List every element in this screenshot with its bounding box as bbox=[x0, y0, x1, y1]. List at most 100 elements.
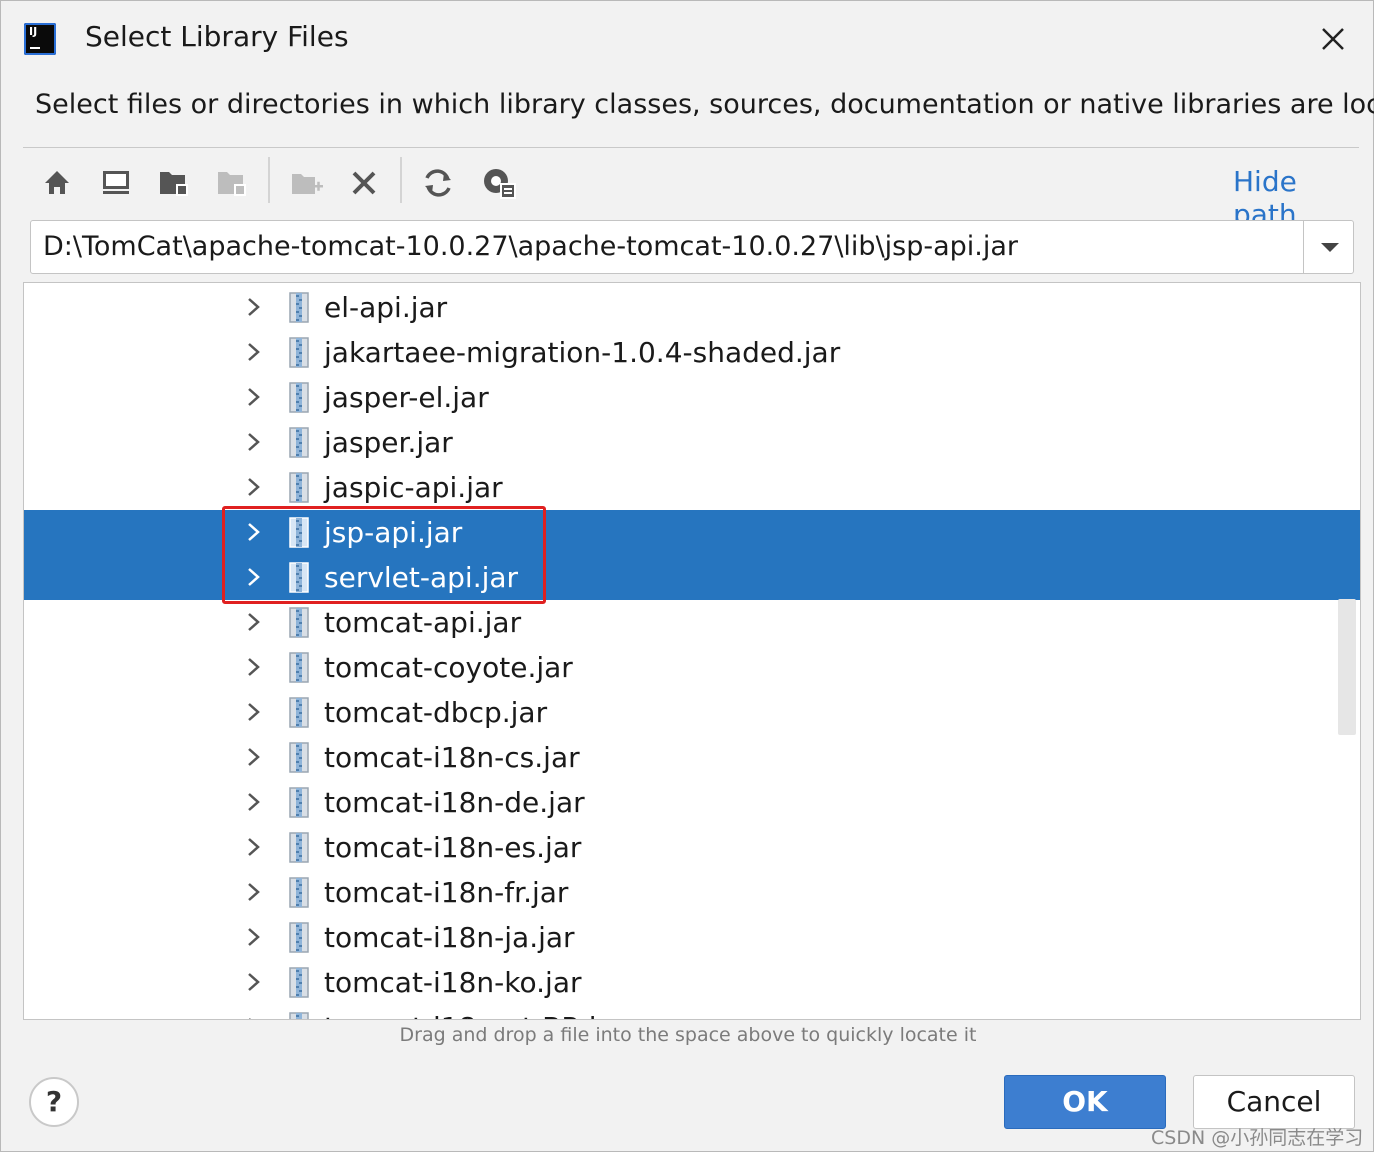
tree-row[interactable]: tomcat-i18n-fr.jar bbox=[24, 870, 1360, 915]
tree-item-label: tomcat-i18n-ko.jar bbox=[324, 966, 582, 999]
tree-row[interactable]: jaspic-api.jar bbox=[24, 465, 1360, 510]
drag-drop-hint: Drag and drop a file into the space abov… bbox=[399, 1024, 977, 1046]
jar-archive-icon bbox=[289, 517, 309, 548]
module-folder-icon bbox=[218, 172, 246, 196]
chevron-right-icon[interactable] bbox=[244, 745, 264, 769]
chevron-right-icon[interactable] bbox=[244, 610, 264, 634]
project-folder-icon bbox=[160, 172, 188, 196]
tree-row[interactable]: tomcat-i18n-cs.jar bbox=[24, 735, 1360, 780]
home-button[interactable] bbox=[39, 163, 79, 203]
jar-archive-icon bbox=[289, 1012, 309, 1019]
jar-archive-icon bbox=[289, 427, 309, 458]
tree-row[interactable]: jakartaee-migration-1.0.4-shaded.jar bbox=[24, 330, 1360, 375]
dialog-description: Select files or directories in which lib… bbox=[35, 89, 1374, 120]
tree-row[interactable]: tomcat-i18n-ko.jar bbox=[24, 960, 1360, 1005]
tree-item-label: tomcat-dbcp.jar bbox=[324, 696, 548, 729]
tree-item-label: jasper.jar bbox=[324, 426, 453, 459]
ok-button[interactable]: OK bbox=[1004, 1075, 1166, 1129]
refresh-icon bbox=[425, 169, 451, 197]
jar-archive-icon bbox=[289, 877, 309, 908]
chevron-right-icon[interactable] bbox=[244, 340, 264, 364]
tree-item-label: servlet-api.jar bbox=[324, 561, 519, 594]
jar-archive-icon bbox=[289, 562, 309, 593]
chevron-right-icon[interactable] bbox=[244, 880, 264, 904]
chevron-right-icon[interactable] bbox=[244, 790, 264, 814]
tree-scrollbar[interactable] bbox=[1338, 599, 1356, 735]
desktop-button[interactable] bbox=[97, 163, 137, 203]
chevron-right-icon[interactable] bbox=[244, 700, 264, 724]
chevron-right-icon[interactable] bbox=[244, 475, 264, 499]
jar-archive-icon bbox=[289, 832, 309, 863]
tree-row[interactable]: jsp-api.jar bbox=[24, 510, 1360, 555]
refresh-button[interactable] bbox=[419, 163, 459, 203]
tree-item-label: jasper-el.jar bbox=[324, 381, 489, 414]
tree-item-label: el-api.jar bbox=[324, 291, 448, 324]
tree-row[interactable]: tomcat-i18n-pt-BR.jar bbox=[24, 1005, 1360, 1020]
jar-archive-icon bbox=[289, 922, 309, 953]
toolbar-separator bbox=[400, 157, 402, 203]
tree-item-label: tomcat-i18n-fr.jar bbox=[324, 876, 569, 909]
tree-item-label: tomcat-i18n-es.jar bbox=[324, 831, 582, 864]
tree-item-label: tomcat-i18n-ja.jar bbox=[324, 921, 575, 954]
chevron-right-icon[interactable] bbox=[244, 565, 264, 589]
show-hidden-button[interactable] bbox=[479, 163, 519, 203]
chevron-right-icon[interactable] bbox=[244, 970, 264, 994]
title-bar: IJ Select Library Files bbox=[1, 1, 1373, 75]
project-folder-button[interactable] bbox=[155, 163, 195, 203]
divider bbox=[23, 147, 1359, 148]
tree-row[interactable]: el-api.jar bbox=[24, 285, 1360, 330]
file-tree[interactable]: tomcat-i18n-pt-BR.jar tomcat-i18n-ko.jar t… bbox=[23, 282, 1361, 1020]
chevron-right-icon[interactable] bbox=[244, 925, 264, 949]
jar-archive-icon bbox=[289, 472, 309, 503]
jar-archive-icon bbox=[289, 382, 309, 413]
tree-row[interactable]: tomcat-api.jar bbox=[24, 600, 1360, 645]
cancel-button[interactable]: Cancel bbox=[1193, 1075, 1355, 1129]
jar-archive-icon bbox=[289, 292, 309, 323]
jar-archive-icon bbox=[289, 742, 309, 773]
tree-item-label: tomcat-i18n-pt-BR.jar bbox=[324, 1011, 625, 1019]
home-icon bbox=[45, 171, 69, 194]
tree-row[interactable]: tomcat-i18n-es.jar bbox=[24, 825, 1360, 870]
watermark: CSDN @小孙同志在学习 bbox=[1151, 1127, 1364, 1149]
new-folder-icon bbox=[292, 174, 323, 194]
jar-archive-icon bbox=[289, 607, 309, 638]
tree-row[interactable]: tomcat-dbcp.jar bbox=[24, 690, 1360, 735]
tree-item-label: tomcat-i18n-cs.jar bbox=[324, 741, 580, 774]
close-button[interactable] bbox=[1315, 21, 1351, 57]
chevron-down-icon bbox=[1321, 243, 1339, 252]
tree-item-label: jakartaee-migration-1.0.4-shaded.jar bbox=[324, 336, 841, 369]
tree-item-label: tomcat-coyote.jar bbox=[324, 651, 573, 684]
chevron-right-icon[interactable] bbox=[244, 520, 264, 544]
jar-archive-icon bbox=[289, 967, 309, 998]
jar-archive-icon bbox=[289, 697, 309, 728]
tree-item-label: tomcat-i18n-de.jar bbox=[324, 786, 585, 819]
chevron-right-icon[interactable] bbox=[244, 835, 264, 859]
intellij-app-icon: IJ bbox=[24, 23, 56, 55]
delete-button[interactable] bbox=[345, 163, 385, 203]
module-folder-button[interactable] bbox=[213, 163, 253, 203]
tree-row[interactable]: jasper-el.jar bbox=[24, 375, 1360, 420]
chevron-right-icon[interactable] bbox=[244, 430, 264, 454]
tree-item-label: jsp-api.jar bbox=[324, 516, 463, 549]
file-chooser-toolbar: Hide path bbox=[23, 151, 1363, 231]
tree-row[interactable]: tomcat-coyote.jar bbox=[24, 645, 1360, 690]
new-folder-button[interactable] bbox=[287, 163, 327, 203]
tree-row[interactable]: tomcat-i18n-de.jar bbox=[24, 780, 1360, 825]
path-field bbox=[30, 220, 1354, 274]
path-history-dropdown[interactable] bbox=[1315, 233, 1345, 261]
toolbar-separator bbox=[268, 157, 270, 203]
chevron-right-icon[interactable] bbox=[244, 655, 264, 679]
chevron-right-icon[interactable] bbox=[244, 385, 264, 409]
help-button[interactable]: ? bbox=[29, 1077, 79, 1127]
select-library-files-dialog: IJ Select Library Files Select files or … bbox=[0, 0, 1374, 1152]
jar-archive-icon bbox=[289, 652, 309, 683]
tree-row[interactable]: jasper.jar bbox=[24, 420, 1360, 465]
chevron-right-icon[interactable] bbox=[244, 1015, 264, 1020]
path-input[interactable] bbox=[43, 227, 1293, 265]
chevron-right-icon[interactable] bbox=[244, 295, 264, 319]
tree-row[interactable]: tomcat-i18n-ja.jar bbox=[24, 915, 1360, 960]
jar-archive-icon bbox=[289, 337, 309, 368]
dropdown-divider bbox=[1303, 221, 1304, 273]
tree-row[interactable]: servlet-api.jar bbox=[24, 555, 1360, 600]
tree-item-label: tomcat-api.jar bbox=[324, 606, 522, 639]
